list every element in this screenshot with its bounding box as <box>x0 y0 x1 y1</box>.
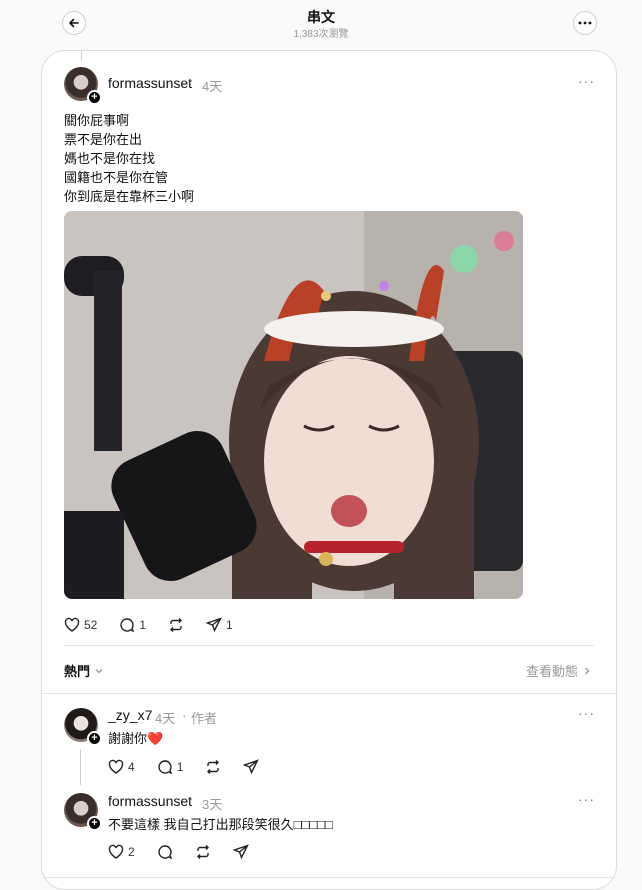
comment-count: 1 <box>139 618 147 632</box>
follow-plus-icon[interactable]: + <box>87 731 102 746</box>
repost-icon <box>170 618 183 632</box>
like-button[interactable]: 2 <box>108 844 135 860</box>
more-icon <box>578 21 592 25</box>
reply-more-icon[interactable]: ··· <box>578 791 595 807</box>
post-line: 關你屁事啊 <box>64 113 130 128</box>
thread-card: + formassunset 4天 ··· 關你屁事啊 票不是你在出 媽也不是你… <box>41 50 617 890</box>
follow-plus-icon[interactable]: + <box>87 816 102 831</box>
like-button[interactable]: 4 <box>108 759 135 775</box>
post-actions: 52 1 1 <box>64 617 233 633</box>
reply-time: 3天 <box>202 797 223 812</box>
follow-plus-icon[interactable]: + <box>87 90 102 105</box>
sort-dropdown[interactable]: 熱門 <box>64 661 104 680</box>
chevron-down-icon <box>95 668 103 673</box>
reply-actions: 2 <box>108 844 249 860</box>
view-count: 1,383次瀏覽 <box>293 29 349 40</box>
repost-button[interactable] <box>195 844 211 860</box>
send-icon <box>232 844 249 860</box>
chevron-right-icon <box>585 667 590 674</box>
section-divider <box>42 877 616 878</box>
share-button[interactable]: 1 <box>206 617 233 633</box>
like-count: 52 <box>84 618 98 632</box>
send-icon <box>243 759 260 775</box>
share-button[interactable] <box>243 759 260 775</box>
reply-actions: 4 1 <box>108 759 260 775</box>
repost-icon <box>207 760 220 774</box>
avatar[interactable]: + <box>64 67 102 105</box>
post-line: 你到底是在靠杯三小啊 <box>64 189 195 204</box>
reply-username[interactable]: _zy_x7 <box>108 707 152 723</box>
reply-separator: · <box>182 708 187 723</box>
reply-avatar[interactable]: + <box>64 708 102 746</box>
sort-label: 熱門 <box>64 664 91 679</box>
post-more-icon[interactable]: ··· <box>578 73 595 89</box>
top-bar: 串文 1,383次瀏覽 <box>0 0 642 46</box>
like-count: 2 <box>128 845 135 859</box>
heart-icon <box>108 759 124 774</box>
comment-button[interactable] <box>157 844 173 860</box>
reply-text: 謝謝你❤️ <box>108 731 164 746</box>
section-divider <box>42 693 616 694</box>
post-line: 媽也不是你在找 <box>64 151 156 166</box>
heart-icon <box>64 617 80 632</box>
activity-label: 查看動態 <box>525 664 578 679</box>
post-line: 票不是你在出 <box>64 132 143 147</box>
share-count: 1 <box>226 618 233 632</box>
reply-more-icon[interactable]: ··· <box>578 705 595 721</box>
comment-icon <box>158 760 172 775</box>
like-button[interactable]: 52 <box>64 617 97 633</box>
comment-button[interactable]: 1 <box>157 759 184 775</box>
divider <box>64 645 594 646</box>
page-title: 串文 <box>307 9 335 25</box>
reply-thread-line <box>80 749 81 785</box>
repost-button[interactable] <box>168 617 184 633</box>
view-activity-link[interactable]: 查看動態 <box>526 661 592 680</box>
like-count: 4 <box>128 760 135 774</box>
image-illustration <box>64 211 523 599</box>
comment-count: 1 <box>176 760 184 774</box>
post-body: 關你屁事啊 票不是你在出 媽也不是你在找 國籍也不是你在管 你到底是在靠杯三小啊 <box>64 111 194 206</box>
post-line: 國籍也不是你在管 <box>64 170 169 185</box>
heart-icon <box>108 844 124 859</box>
thread-connector <box>81 51 82 61</box>
reply-avatar[interactable]: + <box>64 793 102 831</box>
comment-icon <box>120 618 135 633</box>
repost-icon <box>196 845 209 859</box>
post-time: 4天 <box>202 79 223 94</box>
author-tag: 作者 <box>191 711 218 726</box>
send-icon <box>206 617 222 633</box>
repost-button[interactable] <box>205 759 221 775</box>
more-button[interactable] <box>573 11 597 35</box>
comment-button[interactable]: 1 <box>119 617 146 633</box>
reply-username[interactable]: formassunset <box>108 793 192 809</box>
reply-time: 4天 <box>155 711 176 726</box>
comment-icon <box>158 845 172 860</box>
post-image[interactable] <box>64 211 523 599</box>
reply-text: 不要這樣 我自己打出那段笑很久□□□□□ <box>108 817 333 832</box>
post-username[interactable]: formassunset <box>108 75 192 91</box>
share-button[interactable] <box>232 844 249 860</box>
